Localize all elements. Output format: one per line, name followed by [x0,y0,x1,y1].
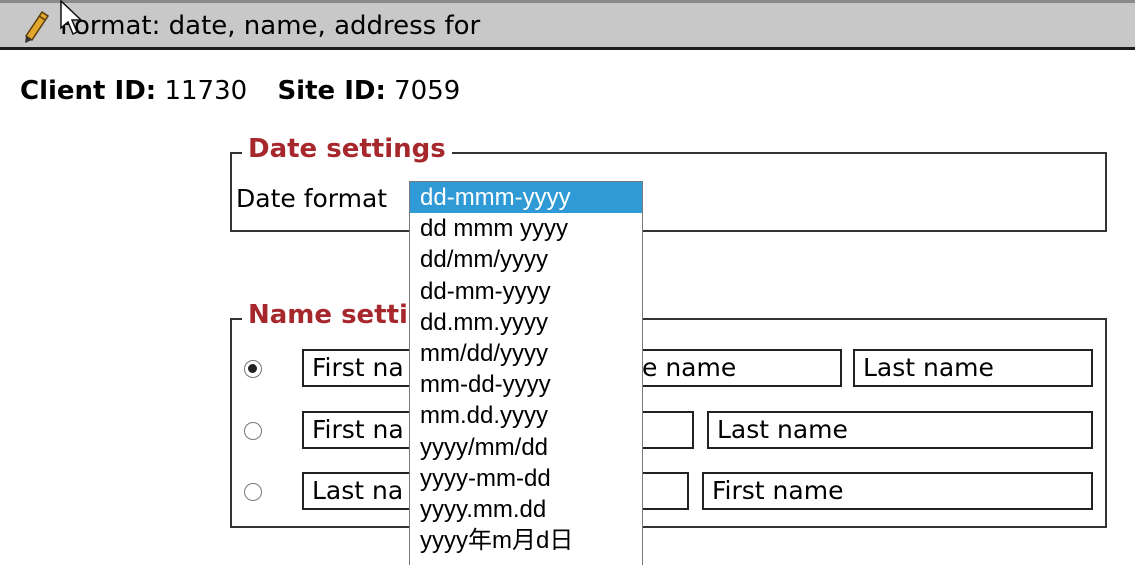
pencil-icon [24,10,50,43]
date-format-option[interactable]: yyyy/mm/dd [410,432,642,463]
date-settings-legend: Date settings [242,134,452,164]
window-title: Format: date, name, address for [60,11,481,41]
mouse-cursor-icon [60,0,83,36]
title-bar-edge [0,0,1135,3]
date-format-dropdown-list[interactable]: dd-mmm-yyyy dd mmm yyyy dd/mm/yyyy dd-mm-yy… [409,181,643,565]
date-format-option[interactable]: yyyy年m月d日 [410,525,642,556]
date-format-option[interactable]: dd mmm yyyy [410,213,642,244]
date-format-option[interactable]: yyyy.mm.dd [410,494,642,525]
first-name-field[interactable]: First name [702,472,1093,510]
name-order-radio-2[interactable] [244,422,262,440]
last-name-field[interactable]: Last name [853,349,1093,387]
date-format-option[interactable]: mm-dd-yyyy [410,369,642,400]
date-format-option[interactable]: yyyy-mm-dd [410,463,642,494]
last-name-field[interactable]: Last name [707,411,1093,449]
name-order-radio-1[interactable] [244,360,262,378]
date-format-option[interactable]: mm.dd.yyyy [410,400,642,431]
site-id-value: 7059 [394,76,461,106]
title-bar: Format: date, name, address for [0,0,1135,50]
date-format-option[interactable]: dd.mm.yyyy [410,307,642,338]
middle-name-field[interactable]: e name [642,349,842,387]
date-format-label: Date format [236,184,388,213]
name-order-radio-3[interactable] [244,483,262,501]
site-id-label: Site ID: [277,76,386,106]
date-format-option[interactable]: mm/dd/yyyy [410,338,642,369]
date-format-option[interactable]: dd-mmm-yyyy [410,182,642,213]
date-format-option[interactable]: dd/mm/yyyy [410,244,642,275]
id-line: Client ID: 11730 Site ID: 7059 [20,76,460,106]
client-id-value: 11730 [164,76,248,106]
date-format-option[interactable]: dd-mm-yyyy [410,276,642,307]
name-settings-legend: Name setti [242,300,414,330]
client-id-label: Client ID: [20,76,157,106]
